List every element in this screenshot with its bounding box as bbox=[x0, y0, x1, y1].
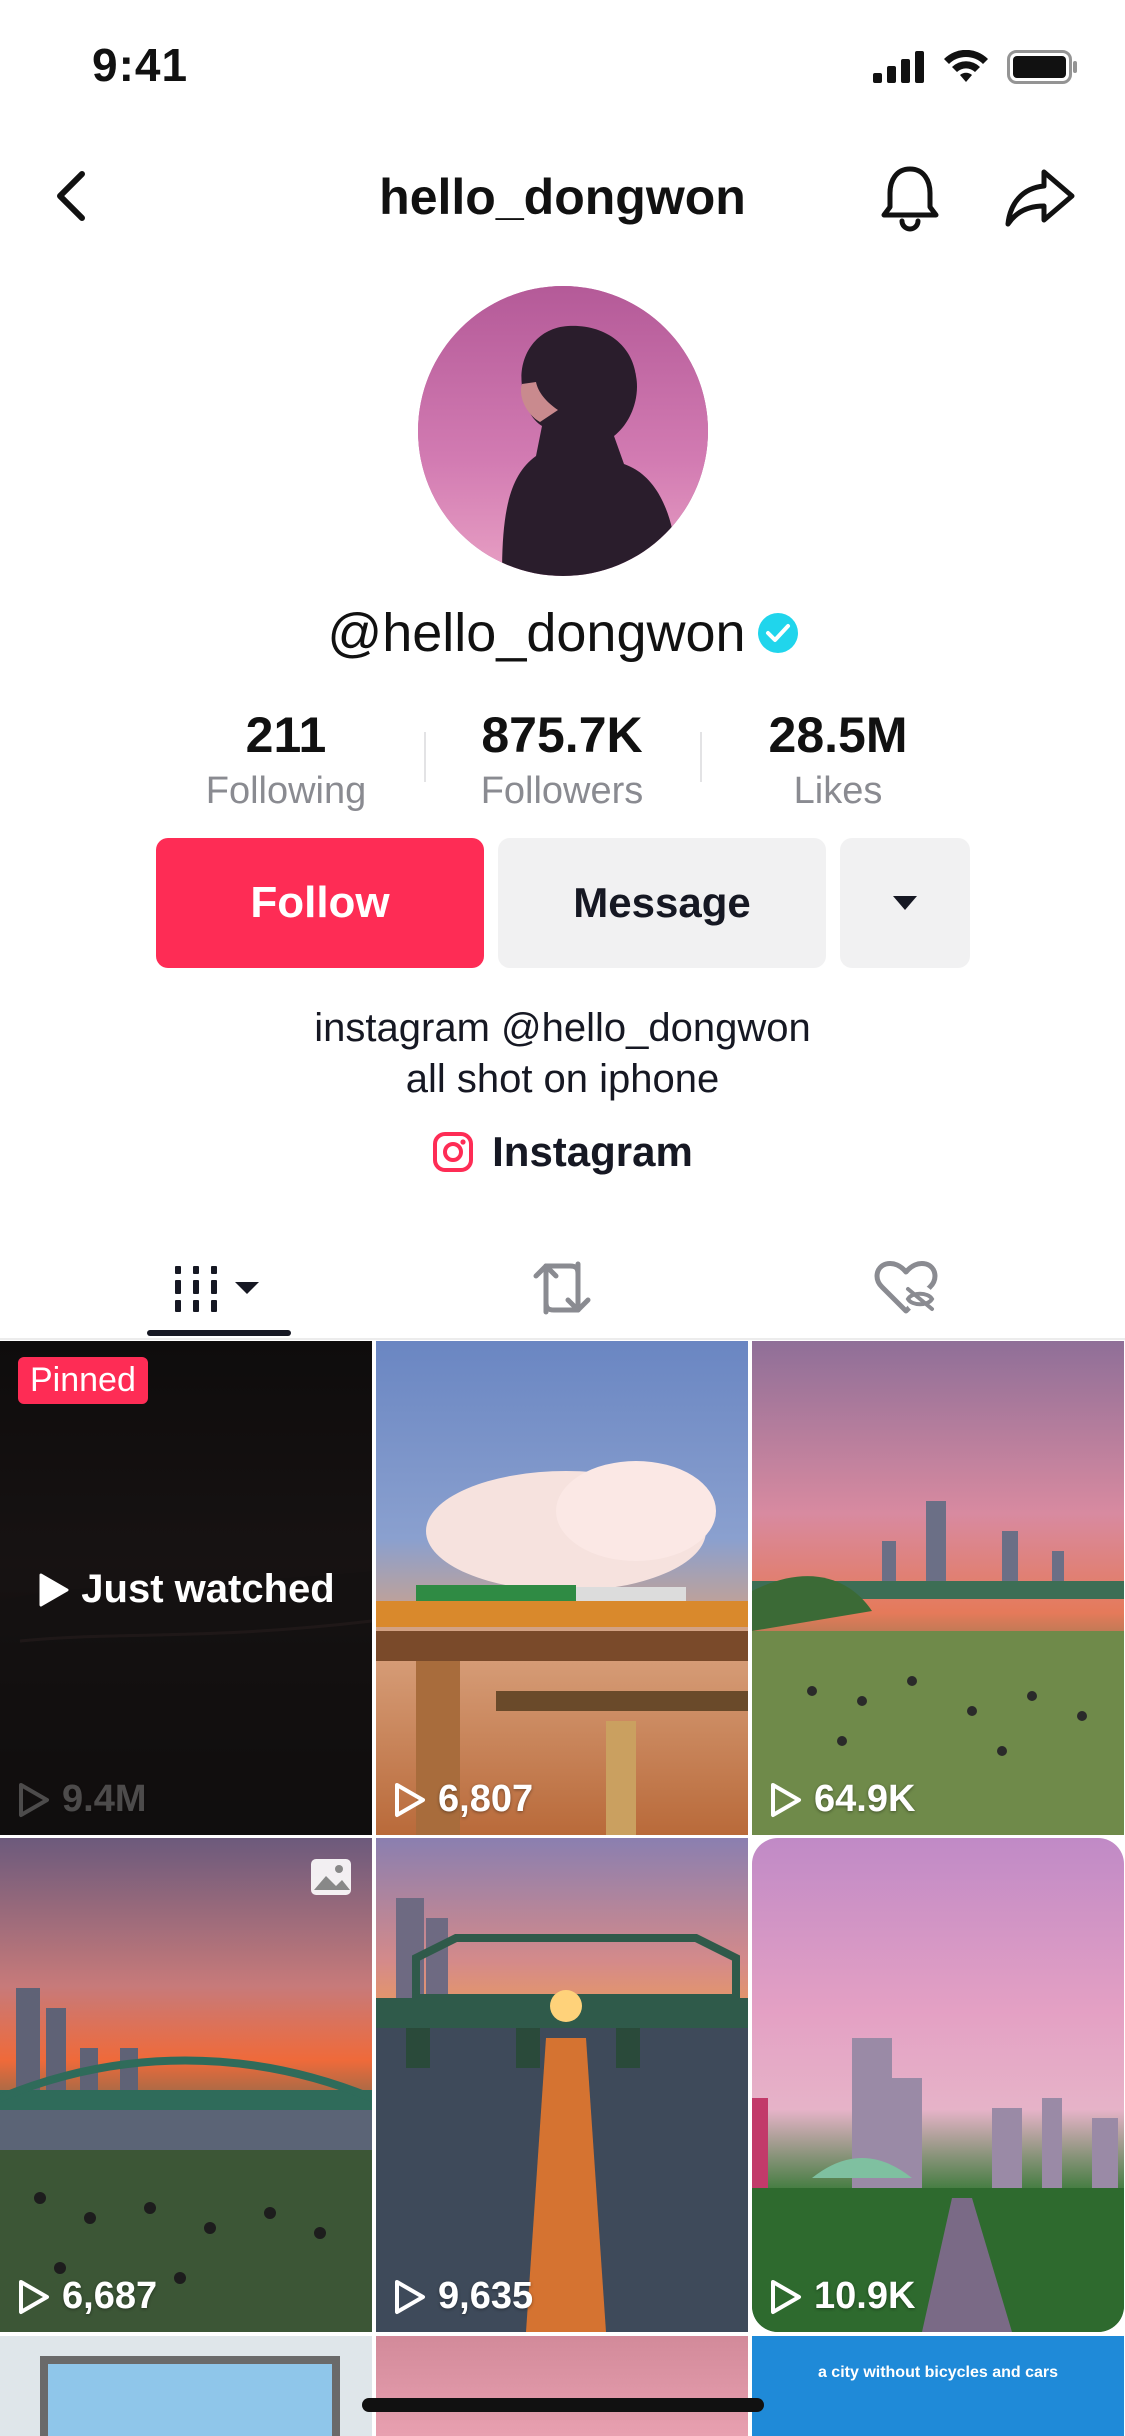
view-count: 9,635 bbox=[392, 2275, 533, 2318]
video-thumbnail bbox=[376, 1898, 748, 2332]
share-arrow-icon bbox=[1005, 169, 1075, 227]
liked-hidden-icon bbox=[874, 1261, 938, 1314]
bell-icon bbox=[881, 166, 939, 232]
tab-reposts[interactable] bbox=[490, 1240, 634, 1336]
home-indicator[interactable] bbox=[362, 2398, 764, 2412]
view-count: 9.4M bbox=[16, 1778, 146, 1821]
play-icon bbox=[39, 1573, 69, 1606]
notifications-button[interactable] bbox=[872, 160, 948, 236]
stat-divider bbox=[700, 732, 702, 782]
repost-icon bbox=[533, 1261, 591, 1315]
view-count: 6,807 bbox=[392, 1778, 533, 1821]
follow-button[interactable]: Follow bbox=[156, 838, 484, 968]
profile-handle-row: @hello_dongwon bbox=[0, 602, 1125, 664]
just-watched-text: Just watched bbox=[81, 1567, 335, 1611]
bio-line: all shot on iphone bbox=[405, 1057, 720, 1101]
page-title: hello_dongwon bbox=[379, 169, 746, 225]
tabs-divider bbox=[0, 1338, 1125, 1340]
profile-avatar[interactable] bbox=[418, 286, 708, 576]
stat-following-value: 211 bbox=[245, 707, 327, 763]
videos-grid-icon bbox=[175, 1266, 259, 1312]
battery-icon bbox=[1007, 50, 1079, 89]
suggested-accounts-button[interactable] bbox=[840, 838, 970, 968]
view-count-text: 9.4M bbox=[62, 1778, 147, 1820]
video-tile[interactable]: 10.9K bbox=[752, 1838, 1124, 2332]
view-count-text: 6,807 bbox=[438, 1778, 534, 1820]
stat-following-label: Following bbox=[205, 770, 367, 812]
stat-followers-value: 875.7K bbox=[481, 707, 643, 763]
tab-selected-indicator bbox=[147, 1330, 291, 1336]
video-tile[interactable]: 64.9K bbox=[752, 1341, 1124, 1835]
cellular-signal-icon bbox=[873, 51, 925, 88]
message-button[interactable]: Message bbox=[498, 838, 826, 968]
video-thumbnail bbox=[0, 1988, 372, 2332]
tab-videos[interactable] bbox=[147, 1240, 291, 1336]
stat-likes-label: Likes bbox=[793, 770, 883, 812]
instagram-link-label: Instagram bbox=[492, 1128, 693, 1175]
pinned-badge: Pinned bbox=[18, 1357, 148, 1404]
play-outline-icon bbox=[395, 1782, 425, 1817]
stat-likes-value: 28.5M bbox=[768, 707, 908, 763]
stat-followers[interactable]: 875.7K Followers bbox=[442, 706, 682, 813]
stat-divider bbox=[424, 732, 426, 782]
view-count-text: 9,635 bbox=[438, 2275, 534, 2317]
video-thumbnail bbox=[376, 1461, 748, 1835]
share-button[interactable] bbox=[1000, 160, 1080, 236]
status-time: 9:41 bbox=[92, 39, 189, 91]
play-outline-icon bbox=[395, 2279, 425, 2314]
video-tile[interactable] bbox=[0, 2336, 372, 2436]
video-tile[interactable]: Pinned Just watched 9.4M bbox=[0, 1341, 372, 1835]
video-tile[interactable]: 6,807 bbox=[376, 1341, 748, 1835]
profile-handle: @hello_dongwon bbox=[327, 603, 746, 663]
tile-caption: a city without bicycles and cars bbox=[817, 2364, 1059, 2381]
view-count: 10.9K bbox=[768, 2275, 915, 2318]
stat-following[interactable]: 211 Following bbox=[166, 706, 406, 813]
just-watched-label: Just watched bbox=[0, 1567, 372, 1612]
photo-post-icon bbox=[310, 1858, 352, 1901]
instagram-icon bbox=[433, 1132, 474, 1172]
play-outline-icon bbox=[19, 2279, 49, 2314]
video-tile[interactable]: 6,687 bbox=[0, 1838, 372, 2332]
view-count-text: 6,687 bbox=[62, 2275, 158, 2317]
video-thumbnail bbox=[752, 1501, 1124, 1835]
video-tile[interactable]: a city without bicycles and cars bbox=[752, 2336, 1124, 2436]
view-count-text: 10.9K bbox=[814, 2275, 916, 2317]
status-icons bbox=[873, 49, 1079, 89]
view-count-text: 64.9K bbox=[814, 1778, 916, 1820]
wifi-icon bbox=[943, 49, 989, 89]
play-outline-icon bbox=[19, 1782, 49, 1817]
video-tile[interactable]: 9,635 bbox=[376, 1838, 748, 2332]
tab-liked[interactable] bbox=[834, 1240, 978, 1336]
view-count: 64.9K bbox=[768, 1778, 915, 1821]
bio-line: instagram @hello_dongwon bbox=[314, 1006, 811, 1050]
instagram-link[interactable]: Instagram bbox=[0, 1128, 1125, 1176]
video-thumbnail bbox=[752, 1838, 1124, 2332]
stat-followers-label: Followers bbox=[480, 770, 644, 812]
video-thumbnail bbox=[0, 2336, 372, 2436]
verified-badge-icon bbox=[757, 613, 798, 653]
avatar-photo bbox=[418, 286, 708, 576]
stat-likes[interactable]: 28.5M Likes bbox=[718, 706, 958, 813]
play-outline-icon bbox=[771, 1782, 801, 1817]
view-count: 6,687 bbox=[16, 2275, 157, 2318]
video-tile[interactable] bbox=[376, 2336, 748, 2436]
play-outline-icon bbox=[771, 2279, 801, 2314]
caret-down-icon bbox=[893, 896, 917, 910]
